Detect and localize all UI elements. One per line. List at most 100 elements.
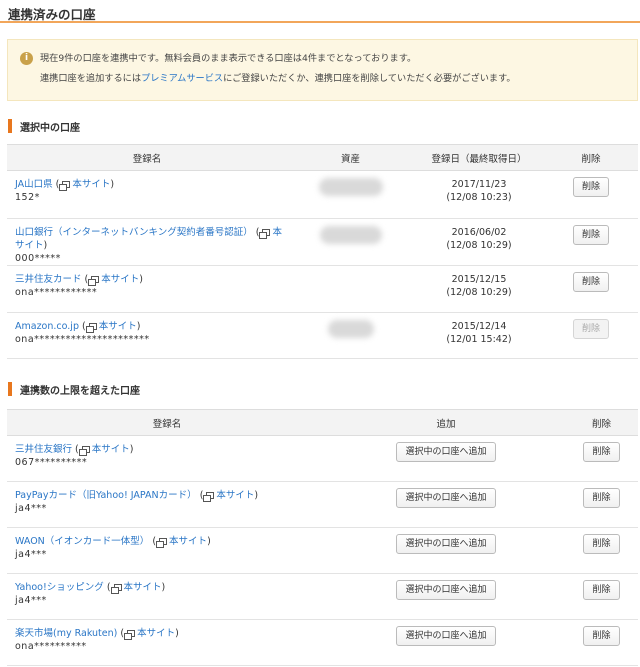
table-row: 山口銀行（インターネットバンキング契約者番号認証） (本サイト) 000****…	[7, 218, 638, 266]
account-cell: PayPayカード（旧Yahoo! JAPANカード） (本サイト) ja4**…	[7, 481, 327, 528]
account-cell: Amazon.co.jp (本サイト) ona*****************…	[7, 312, 287, 359]
account-name-link[interactable]: PayPayカード（旧Yahoo! JAPANカード）	[15, 490, 197, 501]
over-limit-accounts-table: 登録名 追加 削除 三井住友銀行 (本サイト) 067********** 選択…	[7, 409, 638, 666]
delete-button[interactable]: 削除	[583, 488, 620, 508]
date-cell: 2016/06/02 (12/08 10:29)	[414, 218, 544, 266]
asset-cell	[287, 312, 414, 359]
col-header-delete: 削除	[565, 409, 638, 436]
masked-asset	[318, 178, 383, 196]
account-cell: 山口銀行（インターネットバンキング契約者番号認証） (本サイト) 000****…	[7, 218, 287, 266]
account-id: 152*	[15, 192, 40, 203]
section-marker	[8, 119, 12, 133]
account-id: 067**********	[15, 457, 88, 468]
account-name-link[interactable]: 三井住友銀行	[15, 444, 72, 455]
delete-button[interactable]: 削除	[583, 534, 620, 554]
account-id: ja4***	[15, 503, 47, 514]
last-fetched: (12/01 15:42)	[446, 334, 512, 345]
add-to-selected-button[interactable]: 選択中の口座へ追加	[396, 442, 496, 462]
site-link[interactable]: (本サイト)	[56, 179, 114, 191]
delete-cell: 削除	[544, 312, 638, 359]
delete-button[interactable]: 削除	[572, 272, 609, 292]
section-marker	[8, 382, 12, 396]
delete-cell: 削除	[565, 481, 638, 528]
account-cell: 三井住友カード (本サイト) ona************	[7, 265, 287, 313]
col-header-asset: 資産	[287, 144, 414, 171]
col-header-date: 登録日（最終取得日）	[414, 144, 544, 171]
delete-cell: 削除	[565, 573, 638, 620]
site-link[interactable]: (本サイト)	[120, 628, 179, 640]
notice-text-pre: 連携口座を追加するには	[40, 73, 142, 84]
col-header-delete: 削除	[544, 144, 638, 171]
add-to-selected-button[interactable]: 選択中の口座へ追加	[396, 488, 496, 508]
account-name-link[interactable]: 三井住友カード	[15, 274, 82, 285]
date-cell: 2017/11/23 (12/08 10:23)	[414, 170, 544, 219]
site-link[interactable]: (本サイト)	[85, 274, 143, 286]
account-cell: 三井住友銀行 (本サイト) 067**********	[7, 435, 327, 482]
external-window-icon	[88, 276, 100, 286]
add-cell: 選択中の口座へ追加	[327, 481, 565, 528]
last-fetched: (12/08 10:29)	[446, 240, 512, 251]
masked-asset	[319, 226, 382, 244]
add-to-selected-button[interactable]: 選択中の口座へ追加	[396, 580, 496, 600]
external-window-icon	[85, 323, 97, 333]
site-link[interactable]: (本サイト)	[152, 536, 211, 548]
asset-cell	[287, 265, 414, 313]
add-to-selected-button[interactable]: 選択中の口座へ追加	[396, 626, 496, 646]
external-window-icon	[78, 446, 90, 456]
registered-date: 2016/06/02	[451, 227, 507, 238]
account-name-link[interactable]: WAON（イオンカード一体型）	[15, 536, 149, 547]
asset-cell	[287, 218, 414, 266]
delete-button[interactable]: 削除	[583, 580, 620, 600]
premium-service-link[interactable]: プレミアムサービス	[141, 73, 223, 84]
delete-button[interactable]: 削除	[583, 442, 620, 462]
last-fetched: (12/08 10:23)	[446, 192, 512, 203]
add-cell: 選択中の口座へ追加	[327, 573, 565, 620]
account-cell: WAON（イオンカード一体型） (本サイト) ja4***	[7, 527, 327, 574]
delete-button[interactable]: 削除	[583, 626, 620, 646]
external-window-icon	[203, 492, 215, 502]
external-window-icon	[259, 229, 271, 239]
registered-date: 2017/11/23	[451, 179, 507, 190]
site-link[interactable]: (本サイト)	[200, 490, 258, 502]
selected-accounts-table: 登録名 資産 登録日（最終取得日） 削除 JA山口県 (本サイト) 152* 2…	[7, 144, 638, 359]
account-id: 000*****	[15, 253, 61, 264]
table-row: 楽天市場(my Rakuten) (本サイト) ona********** 選択…	[7, 619, 638, 666]
account-name-link[interactable]: 楽天市場(my Rakuten)	[15, 628, 117, 639]
external-window-icon	[110, 584, 122, 594]
delete-cell: 削除	[565, 435, 638, 482]
add-cell: 選択中の口座へ追加	[327, 435, 565, 482]
site-link[interactable]: (本サイト)	[82, 321, 140, 333]
account-name-link[interactable]: 山口銀行（インターネットバンキング契約者番号認証）	[15, 227, 253, 238]
notice-text-post: にご登録いただくか、連携口座を削除していただく必要がございます。	[223, 73, 516, 84]
account-name-link[interactable]: Yahoo!ショッピング	[15, 582, 104, 593]
site-link[interactable]: (本サイト)	[107, 582, 165, 594]
external-window-icon	[156, 538, 168, 548]
delete-cell: 削除	[565, 527, 638, 574]
table-row: JA山口県 (本サイト) 152* 2017/11/23 (12/08 10:2…	[7, 170, 638, 219]
table-row: PayPayカード（旧Yahoo! JAPANカード） (本サイト) ja4**…	[7, 481, 638, 528]
account-cell: 楽天市場(my Rakuten) (本サイト) ona**********	[7, 619, 327, 666]
col-header-name: 登録名	[7, 144, 287, 171]
delete-cell: 削除	[544, 265, 638, 313]
add-to-selected-button[interactable]: 選択中の口座へ追加	[396, 534, 496, 554]
account-name-link[interactable]: Amazon.co.jp	[15, 321, 79, 332]
account-cell: Yahoo!ショッピング (本サイト) ja4***	[7, 573, 327, 620]
title-divider	[0, 21, 640, 23]
section-selected-label: 選択中の口座	[20, 122, 80, 134]
external-window-icon	[59, 181, 71, 191]
notice-line-1: 現在9件の口座を連携中です。無料会員のまま表示できる口座は4件までとなっておりま…	[40, 53, 417, 64]
date-cell: 2015/12/14 (12/01 15:42)	[414, 312, 544, 359]
account-name-link[interactable]: JA山口県	[15, 179, 53, 190]
account-id: ona**********	[15, 641, 87, 652]
account-id: ona**********************	[15, 334, 150, 345]
delete-button[interactable]: 削除	[572, 225, 609, 245]
delete-button[interactable]: 削除	[572, 177, 609, 197]
external-window-icon	[124, 630, 136, 640]
asset-cell	[287, 170, 414, 219]
masked-asset	[327, 320, 374, 338]
account-cell: JA山口県 (本サイト) 152*	[7, 170, 287, 219]
add-cell: 選択中の口座へ追加	[327, 619, 565, 666]
section-selected-title: 選択中の口座	[8, 119, 80, 134]
notice-line-2: 連携口座を追加するにはプレミアムサービスにご登録いただくか、連携口座を削除してい…	[40, 70, 516, 84]
site-link[interactable]: (本サイト)	[75, 444, 134, 456]
